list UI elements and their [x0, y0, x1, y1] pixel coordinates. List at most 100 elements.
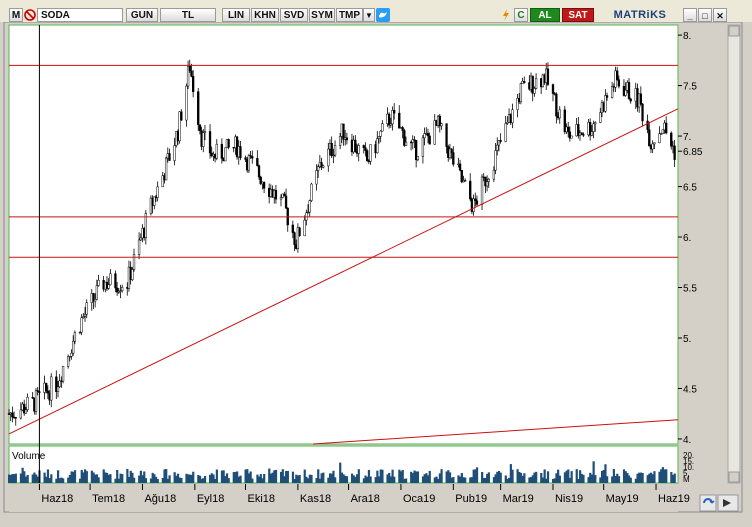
candle-body [164, 157, 168, 181]
candle-body [94, 299, 97, 302]
candle-body [546, 68, 550, 85]
volume-bar [26, 474, 29, 483]
candle-body [310, 183, 313, 201]
currency-tl-button[interactable]: TL [160, 8, 216, 22]
candle-body [440, 123, 443, 127]
volume-bar [594, 475, 597, 483]
price-chart[interactable]: 8. 7.5 7. 6.85 6.5 6. 5.5 5. 4.5 4. Haz18 Tem18 Ağu… [0, 21, 752, 522]
x-tick-label: Tem18 [92, 493, 125, 505]
price-panel[interactable] [8, 24, 679, 445]
candle-body [322, 165, 325, 168]
sym-button[interactable]: SYM [309, 8, 335, 22]
volume-bar [393, 476, 396, 483]
candle-body [504, 123, 507, 142]
tmp-button[interactable]: TMP [336, 8, 363, 22]
scroll-right-icon[interactable] [717, 494, 739, 512]
vertical-scrollbar[interactable] [727, 24, 741, 484]
candle-body [629, 98, 632, 102]
candle-body [519, 83, 523, 103]
settings-icon[interactable] [699, 494, 717, 512]
volume-bar [322, 472, 325, 483]
candle-body [463, 180, 467, 182]
volume-bar [168, 475, 171, 483]
candle-body [605, 95, 609, 98]
candle-body [121, 287, 124, 291]
maximize-button[interactable]: □ [698, 8, 712, 22]
candle-body [72, 340, 75, 354]
candle-body [445, 123, 448, 147]
volume-bar [523, 473, 526, 483]
minimize-button[interactable]: _ [683, 8, 697, 22]
x-tick-label: Haz18 [41, 493, 73, 505]
x-tick-label: Nis19 [555, 493, 583, 505]
candle-body [551, 84, 555, 94]
volume-bar [227, 478, 230, 483]
candle-body [393, 110, 396, 114]
matriks-m-button[interactable]: M [9, 8, 23, 22]
candle-body [580, 132, 583, 135]
close-button[interactable]: ✕ [713, 8, 727, 22]
volume-bar [452, 477, 455, 483]
candle-body [362, 145, 365, 148]
candle-body [376, 138, 379, 154]
x-tick-label: Eki18 [248, 493, 276, 505]
y-tick-label: 4.5 [683, 384, 697, 395]
candle-body [469, 180, 472, 200]
candle-body [639, 93, 642, 105]
candle-body [173, 145, 176, 161]
scale-lin-button[interactable]: LIN [222, 8, 250, 22]
al-buy-button[interactable]: AL [530, 8, 560, 22]
candle-body [398, 112, 401, 129]
chart-type-khn-button[interactable]: KHN [251, 8, 279, 22]
candle-body [11, 412, 14, 418]
candle-body [66, 356, 70, 367]
svd-button[interactable]: SVD [280, 8, 308, 22]
volume-bar [239, 475, 242, 483]
candle-body [364, 147, 367, 151]
c-button[interactable]: C [514, 8, 528, 22]
period-gun-button[interactable]: GUN [126, 8, 158, 22]
candle-body [673, 145, 676, 160]
refresh-icon[interactable] [500, 8, 512, 22]
x-tick-label: Mar19 [503, 493, 534, 505]
candle-body [475, 200, 479, 205]
candle-body [338, 136, 342, 146]
candle-body [590, 131, 593, 136]
candle-body [458, 163, 462, 171]
volume-bar [180, 477, 183, 483]
sat-sell-button[interactable]: SAT [562, 8, 594, 22]
candle-body [570, 135, 573, 139]
twitter-icon[interactable] [376, 8, 390, 22]
candle-body [208, 131, 212, 154]
candle-body [251, 156, 254, 159]
y-tick-label: 6.85 [683, 147, 703, 158]
candle-body [220, 143, 224, 159]
volume-bar [73, 470, 77, 483]
volume-bar [570, 471, 573, 483]
volume-bar [144, 478, 148, 483]
y-tick-label: 5.5 [683, 284, 697, 295]
volume-bar [298, 475, 301, 483]
candle-body [665, 122, 668, 134]
candle-body [61, 365, 65, 382]
volume-bar [558, 475, 561, 483]
volume-bar [50, 474, 53, 483]
candle-body [533, 88, 536, 94]
candle-body [188, 65, 191, 72]
candle-body [50, 376, 53, 401]
symbol-field[interactable]: SODA [37, 8, 123, 22]
y-tick-label: 6.5 [683, 183, 697, 194]
volume-label: Volume [12, 451, 46, 462]
candle-body [274, 190, 278, 200]
candle-body [291, 224, 294, 233]
chart-area[interactable]: 8. 7.5 7. 6.85 6.5 6. 5.5 5. 4.5 4. Haz18 Tem18 Ağu… [0, 21, 752, 522]
dropdown-icon[interactable]: ▼ [363, 8, 375, 22]
candle-body [345, 137, 349, 141]
candle-body [137, 239, 141, 255]
candle-body [153, 196, 156, 206]
cancel-icon[interactable] [24, 8, 36, 22]
y-tick-label: 7. [683, 132, 691, 143]
volume-bar [310, 474, 313, 483]
candle-body [670, 132, 673, 147]
volume-bar [416, 471, 420, 483]
